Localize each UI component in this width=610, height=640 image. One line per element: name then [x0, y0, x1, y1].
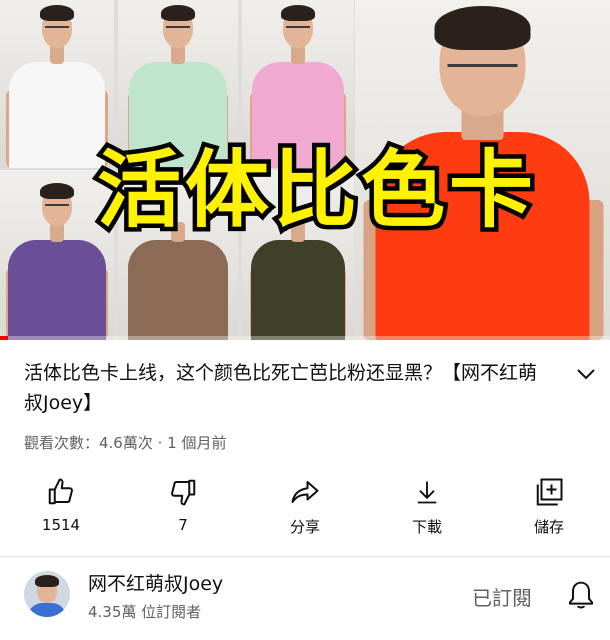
chevron-down-icon	[577, 369, 595, 380]
video-progress-fill	[0, 336, 8, 340]
share-label: 分享	[289, 518, 320, 536]
thumbs-up-icon	[48, 478, 73, 505]
video-progress-bar[interactable]	[0, 336, 610, 340]
shirt-brown	[128, 240, 228, 340]
save-label: 儲存	[533, 518, 564, 536]
download-label: 下載	[411, 518, 442, 536]
video-thumbnail[interactable]: 活体比色卡	[0, 0, 610, 340]
channel-avatar[interactable]	[24, 571, 70, 617]
dislike-button[interactable]: 7	[122, 474, 244, 544]
add-to-playlist-icon	[536, 478, 563, 506]
thumbs-down-icon	[171, 479, 196, 506]
thumbnail-overlay-title: 活体比色卡	[92, 138, 537, 243]
video-meta: 觀看次數：4.6萬次 · 1 個月前	[24, 434, 227, 452]
dislike-count: 7	[178, 516, 188, 534]
action-bar: 1514 7 分享 下載 儲存	[0, 474, 610, 544]
bell-icon	[568, 581, 594, 609]
share-icon	[291, 481, 319, 503]
share-button[interactable]: 分享	[244, 474, 366, 544]
like-count: 1514	[41, 516, 81, 534]
download-button[interactable]: 下載	[366, 474, 488, 544]
notification-bell-button[interactable]	[566, 579, 596, 611]
subscriber-count: 4.35萬 位訂閱者	[88, 603, 202, 621]
like-button[interactable]: 1514	[0, 474, 122, 544]
channel-row: 网不红萌叔Joey 4.35萬 位訂閱者 已訂閱	[0, 557, 610, 640]
video-title: 活体比色卡上线，这个颜色比死亡芭比粉还显黑？【网不红萌叔Joey】	[24, 362, 538, 414]
shirt-olive	[251, 240, 345, 340]
channel-name[interactable]: 网不红萌叔Joey	[88, 569, 223, 596]
download-icon	[417, 481, 437, 504]
expand-description-button[interactable]	[572, 360, 600, 388]
save-button[interactable]: 儲存	[488, 474, 610, 544]
video-title-area[interactable]: 活体比色卡上线，这个颜色比死亡芭比粉还显黑？【网不红萌叔Joey】	[24, 358, 544, 418]
shirt-purple	[8, 240, 106, 340]
subscribed-button[interactable]: 已訂閱	[472, 582, 532, 611]
